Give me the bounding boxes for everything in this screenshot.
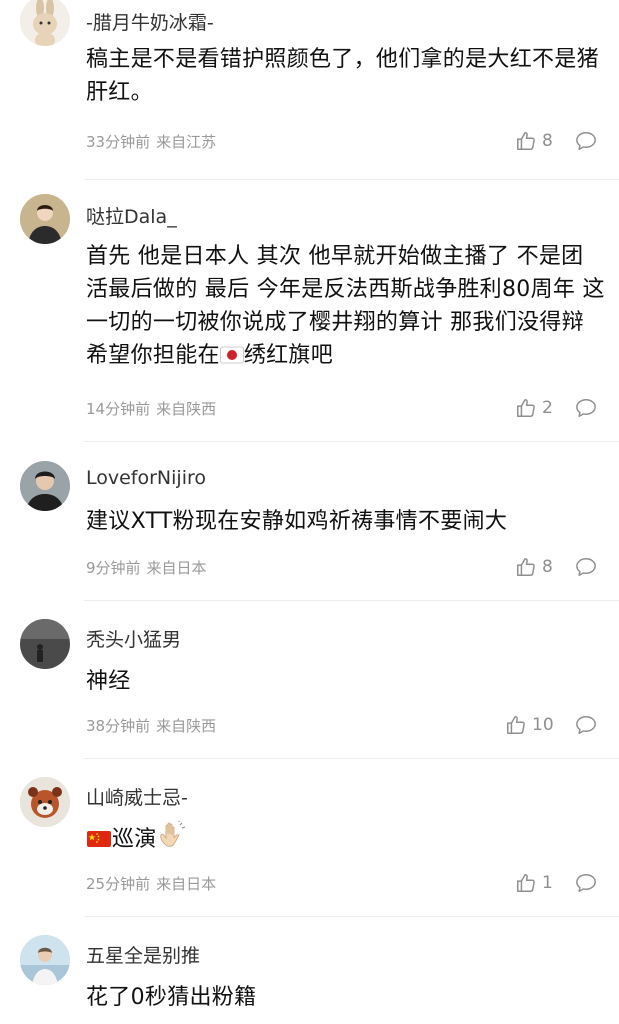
like-count: 10 — [532, 715, 554, 735]
comment-time: 14分钟前 — [86, 400, 151, 418]
like-button[interactable]: 8 — [515, 556, 553, 578]
thumbs-up-icon — [507, 716, 525, 734]
comment-username[interactable]: 秃头小猛男 — [86, 625, 181, 652]
comment-bubble-icon — [576, 716, 596, 734]
comment-body: 稿主是不是看错护照颜色了，他们拿的是大红不是猪肝红。 — [86, 47, 599, 105]
like-button[interactable]: 1 — [515, 872, 553, 894]
comment-body-text: 首先 他是日本人 其次 他早就开始做主播了 不是团活最后做的 最后 今年是反法西… — [86, 244, 605, 368]
comment-body: 神经 — [86, 669, 131, 694]
like-count: 8 — [542, 557, 553, 577]
comment-meta: 33分钟前 来自江苏 — [86, 131, 222, 152]
comment-bubble-icon — [576, 874, 596, 892]
person-avatar-icon[interactable] — [20, 461, 70, 511]
comment-location: 来自陕西 — [156, 400, 217, 418]
person-avatar-icon[interactable] — [20, 935, 70, 985]
reply-button[interactable] — [574, 130, 598, 152]
comment-meta: 14分钟前 来自陕西 — [86, 398, 222, 419]
like-button[interactable]: 8 — [515, 130, 553, 152]
comment-bubble-icon — [576, 399, 596, 417]
comment-feed: -腊月牛奶冰霜- 稿主是不是看错护照颜色了，他们拿的是大红不是猪肝红。 33分钟… — [0, 0, 619, 1024]
reply-button[interactable] — [574, 556, 598, 578]
comment-body-text: 巡演 — [112, 827, 157, 852]
waving-hand-icon — [157, 821, 187, 859]
divider — [84, 758, 619, 759]
like-button[interactable]: 2 — [515, 397, 553, 419]
comment-time: 25分钟前 — [86, 875, 151, 893]
thumbs-up-icon — [517, 558, 535, 576]
comment-username[interactable]: 哒拉Dala_ — [86, 202, 177, 229]
thumbs-up-icon — [517, 132, 535, 150]
china-flag-icon — [86, 826, 112, 859]
thumbs-up-icon — [517, 874, 535, 892]
red-panda-avatar-icon[interactable] — [20, 777, 70, 827]
like-count: 2 — [542, 398, 553, 418]
divider — [84, 916, 619, 917]
comment-username[interactable]: 五星全是别推 — [86, 941, 200, 968]
thumbs-up-icon — [517, 399, 535, 417]
comment-bubble-icon — [576, 132, 596, 150]
comment-time: 38分钟前 — [86, 717, 151, 735]
comment-body: 建议XTT粉现在安静如鸡祈祷事情不要闹大 — [86, 509, 508, 534]
like-count: 1 — [542, 873, 553, 893]
comment-meta: 38分钟前 来自陕西 — [86, 715, 222, 736]
person-avatar-icon[interactable] — [20, 194, 70, 244]
comment-location: 来自日本 — [156, 875, 217, 893]
rabbit-avatar-icon[interactable] — [20, 0, 70, 46]
comment-username[interactable]: LoveforNijiro — [86, 467, 206, 489]
comment-bubble-icon — [576, 558, 596, 576]
comment-location: 来自江苏 — [156, 133, 217, 151]
comment-location: 来自陕西 — [156, 717, 217, 735]
figure-avatar-icon[interactable] — [20, 619, 70, 669]
comment-username[interactable]: 山崎威士忌- — [86, 783, 188, 810]
reply-button[interactable] — [574, 397, 598, 419]
comment-body: 花了0秒猜出粉籍 — [86, 985, 257, 1010]
comment-time: 33分钟前 — [86, 133, 151, 151]
comment-username[interactable]: -腊月牛奶冰霜- — [86, 8, 214, 35]
comment-body: 巡演 — [86, 821, 605, 859]
comment-location: 来自日本 — [146, 559, 207, 577]
japan-flag-icon — [219, 342, 244, 375]
like-button[interactable]: 10 — [505, 714, 554, 736]
divider — [84, 179, 619, 180]
comment-body: 首先 他是日本人 其次 他早就开始做主播了 不是团活最后做的 最后 今年是反法西… — [86, 240, 605, 375]
reply-button[interactable] — [574, 714, 598, 736]
divider — [84, 441, 619, 442]
comment-time: 9分钟前 — [86, 559, 141, 577]
comment-meta: 25分钟前 来自日本 — [86, 873, 222, 894]
divider — [84, 600, 619, 601]
like-count: 8 — [542, 131, 553, 151]
reply-button[interactable] — [574, 872, 598, 894]
comment-meta: 9分钟前 来自日本 — [86, 557, 213, 578]
comment-body-text: 绣红旗吧 — [243, 343, 334, 368]
